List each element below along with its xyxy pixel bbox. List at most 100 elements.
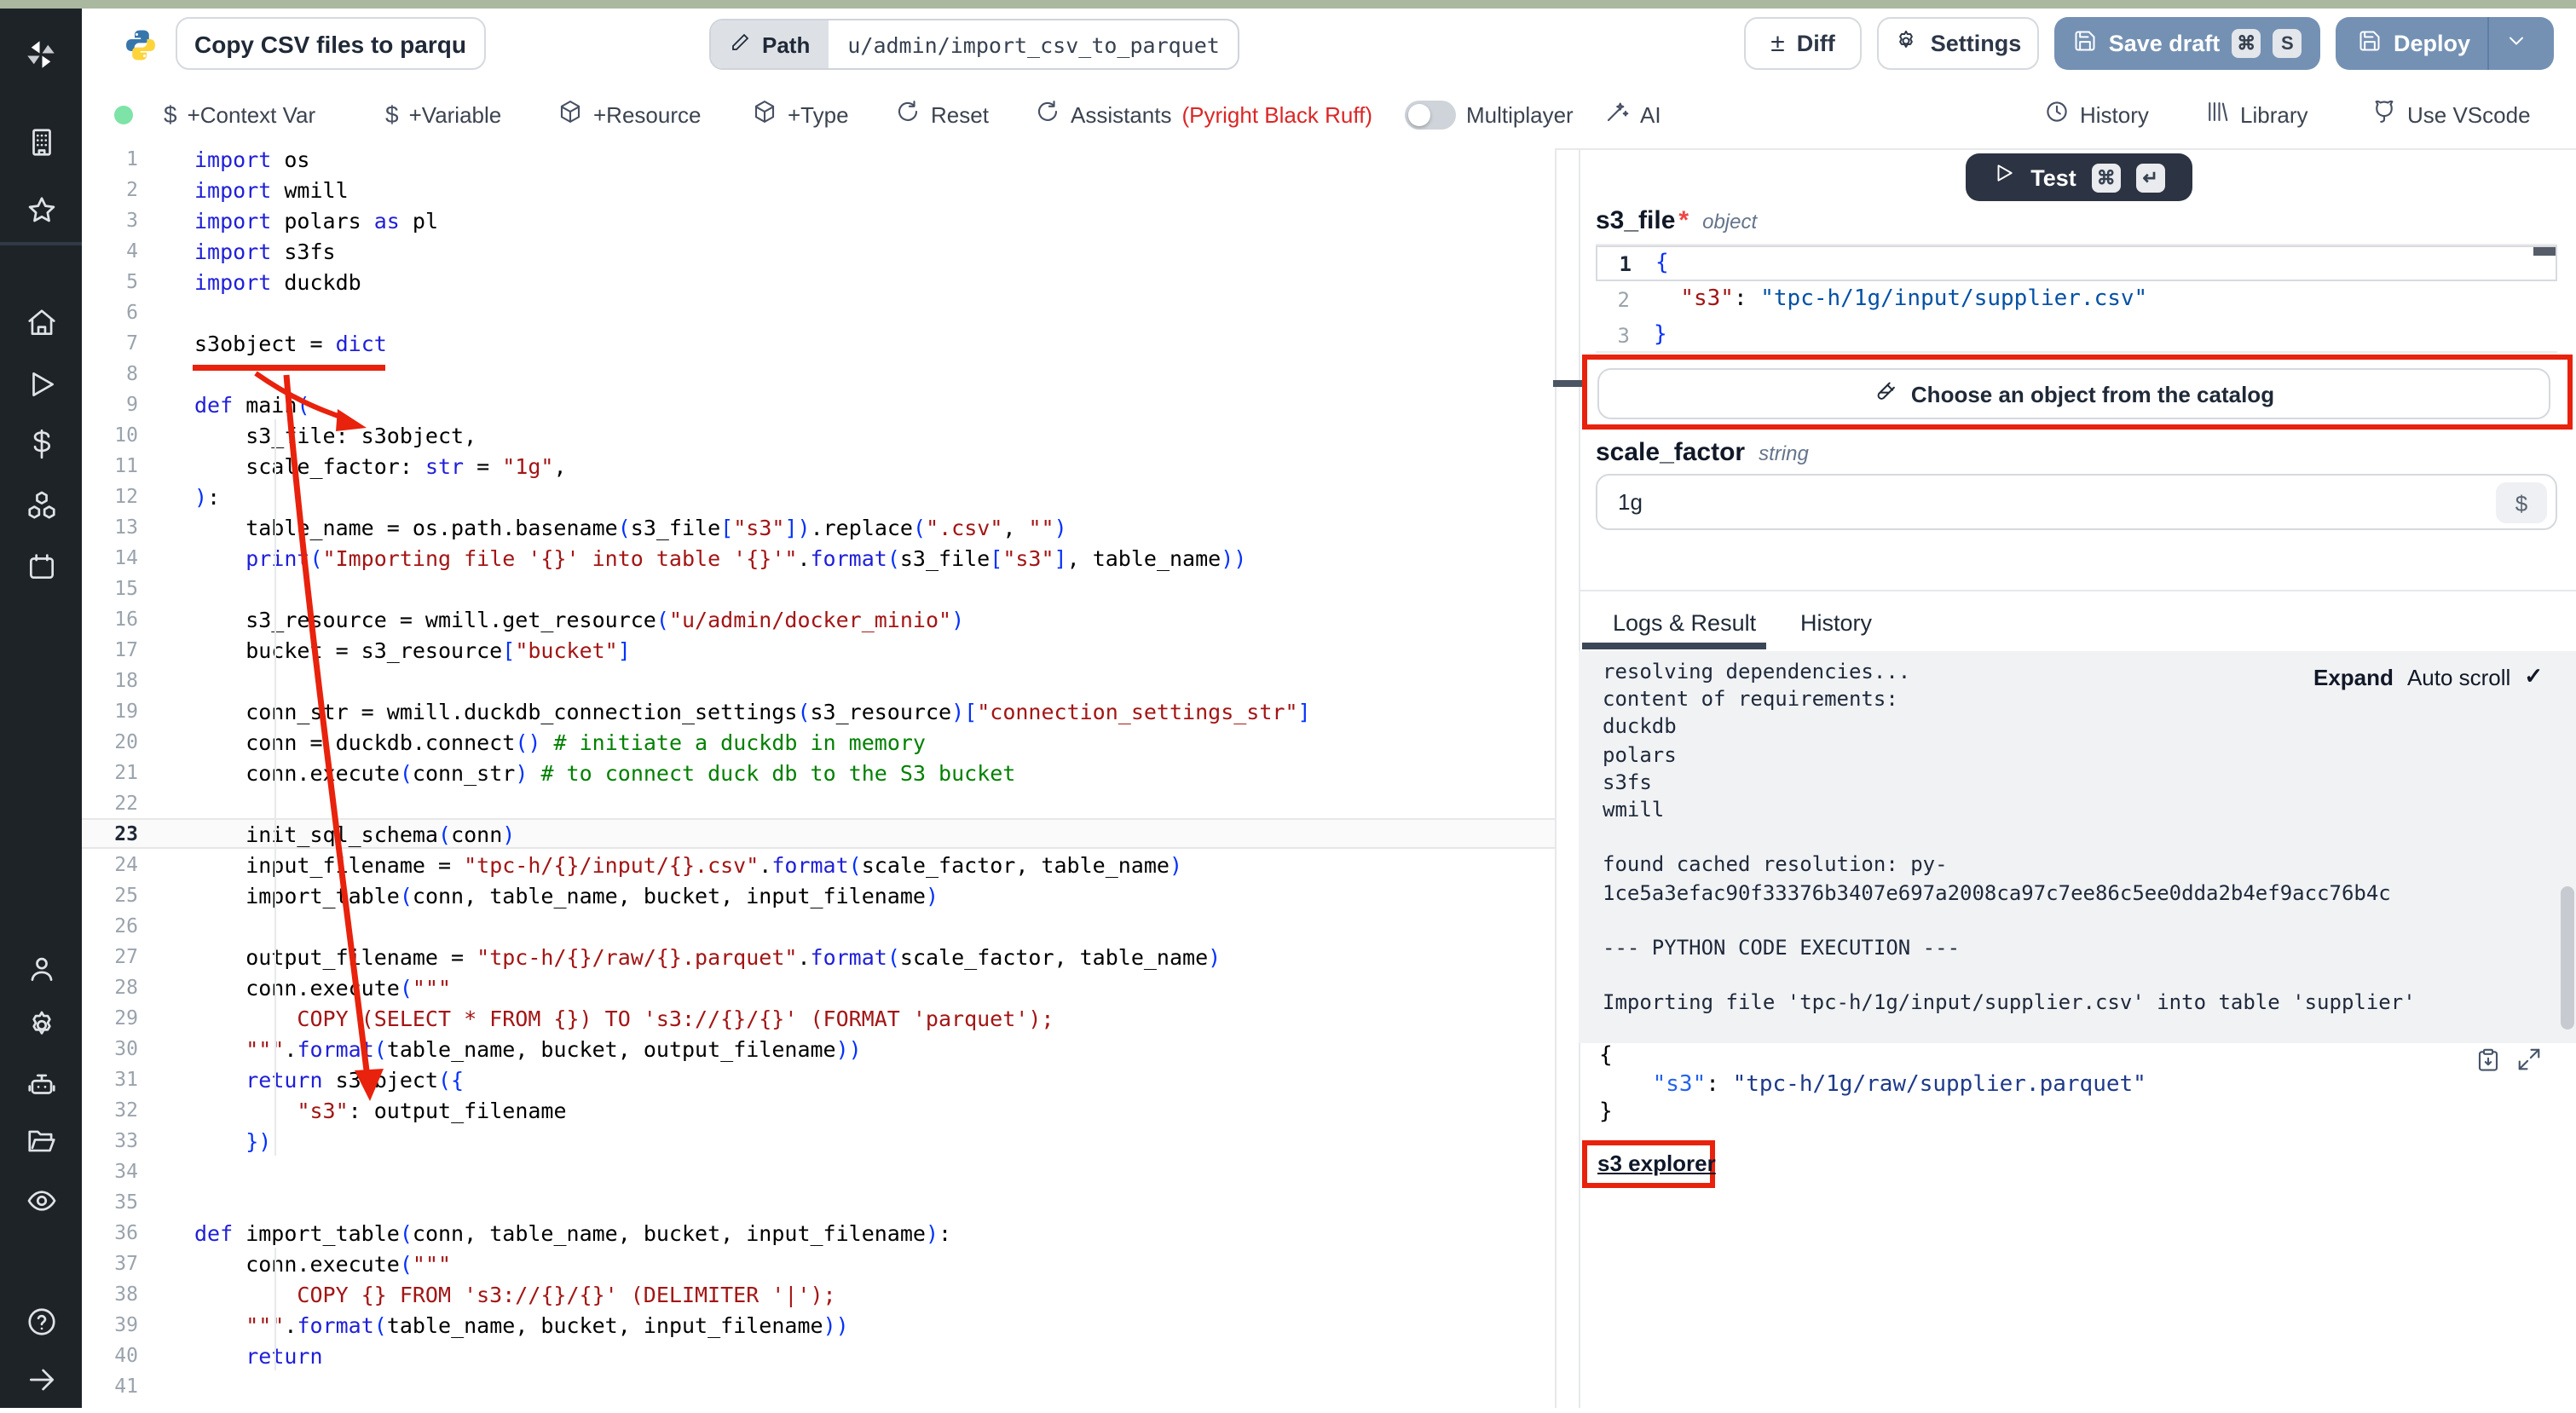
editor-right-border <box>1555 150 1557 1408</box>
check-icon[interactable]: ✓ <box>2524 663 2543 690</box>
history-button[interactable]: History <box>2044 80 2149 148</box>
library-button[interactable]: Library <box>2204 80 2308 148</box>
deploy-dropdown[interactable] <box>2489 29 2544 58</box>
expand-icon[interactable] <box>2516 1047 2542 1081</box>
variable-picker-button[interactable]: $ <box>2496 482 2547 523</box>
folder-open-icon <box>25 1125 57 1166</box>
code-line: 2import wmill <box>82 174 1555 205</box>
sidebar-item-folders[interactable] <box>0 1116 82 1174</box>
code-line: 1import os <box>82 143 1555 174</box>
sidebar-item-account[interactable] <box>0 944 82 1002</box>
s3-explorer-link[interactable]: s3 explorer <box>1597 1151 1716 1176</box>
top-header: Path u/admin/import_csv_to_parquet ± Dif… <box>82 9 2576 80</box>
panel-scrollbar[interactable] <box>2561 886 2574 1029</box>
dollar-icon: $ <box>385 101 399 128</box>
refresh-icon <box>895 99 921 130</box>
arg-scale-factor-label: scale_factor string <box>1596 438 1809 467</box>
vscode-cat-icon <box>2371 99 2397 130</box>
code-line: 15 <box>82 573 1555 603</box>
sidebar-item-collapse[interactable] <box>0 1355 82 1413</box>
sidebar-item-schedules[interactable] <box>0 542 82 600</box>
sidebar-item-favorites[interactable] <box>0 186 82 244</box>
sidebar-item-settings[interactable] <box>0 1001 82 1058</box>
expand-button[interactable]: Expand <box>2313 664 2394 689</box>
copy-icon[interactable] <box>2475 1047 2501 1081</box>
deploy-main[interactable]: Deploy <box>2336 29 2470 58</box>
choose-object-button[interactable]: Choose an object from the catalog <box>1597 368 2550 419</box>
wand-icon <box>1604 99 1630 130</box>
enter-key-badge: ↵ <box>2136 163 2165 192</box>
windmill-logo[interactable] <box>0 17 82 92</box>
calendar-icon <box>25 551 57 591</box>
code-line: 4import s3fs <box>82 235 1555 266</box>
add-type-button[interactable]: +Type <box>752 80 849 148</box>
diff-button[interactable]: ± Diff <box>1744 17 1862 70</box>
arrow-right-icon <box>25 1364 57 1404</box>
save-icon <box>2073 29 2097 58</box>
reset-button[interactable]: Reset <box>895 80 989 148</box>
code-line: 32 "s3": output_filename <box>82 1094 1555 1125</box>
code-line: 41 <box>82 1370 1555 1401</box>
assistants-button[interactable]: Assistants (Pyright Black Ruff) <box>1035 80 1372 148</box>
path-button[interactable]: Path u/admin/import_csv_to_parquet <box>709 19 1240 70</box>
code-line: 5import duckdb <box>82 266 1555 297</box>
code-line: 10 s3_file: s3object, <box>82 419 1555 450</box>
pencil-icon <box>730 32 750 57</box>
panel-resize-handle[interactable] <box>1553 380 1582 387</box>
tab-logs-result[interactable]: Logs & Result <box>1613 600 1756 644</box>
sidebar-item-help[interactable] <box>0 1297 82 1355</box>
scale-factor-input[interactable] <box>1596 474 2557 530</box>
path-value: u/admin/import_csv_to_parquet <box>829 20 1239 68</box>
add-variable-button[interactable]: $ +Variable <box>385 80 501 148</box>
code-line: 21 conn.execute(conn_str) # to connect d… <box>82 757 1555 787</box>
plus-minus-icon: ± <box>1770 29 1784 58</box>
log-lines: resolving dependencies...content of requ… <box>1603 658 2416 1017</box>
code-line: 36def import_table(conn, table_name, buc… <box>82 1217 1555 1248</box>
sidebar-item-workers[interactable] <box>0 1060 82 1118</box>
test-button[interactable]: Test ⌘ ↵ <box>1966 153 2192 201</box>
home-icon <box>25 307 57 348</box>
code-line: 25 import_table(conn, table_name, bucket… <box>82 880 1555 910</box>
code-line: 28 conn.execute(""" <box>82 972 1555 1002</box>
json-editor-line: 1{ <box>1596 245 2557 281</box>
code-line: 37 conn.execute(""" <box>82 1248 1555 1278</box>
add-context-var-button[interactable]: $ +Context Var <box>164 80 315 148</box>
code-line: 24 input_filename = "tpc-h/{}/input/{}.c… <box>82 849 1555 880</box>
panel-divider <box>1579 590 2576 591</box>
tab-history[interactable]: History <box>1800 600 1872 644</box>
sidebar-item-resources[interactable] <box>0 481 82 539</box>
save-draft-button[interactable]: Save draft ⌘ S <box>2054 17 2320 70</box>
save-icon <box>2358 29 2382 58</box>
script-title-input[interactable] <box>176 17 486 70</box>
gear-icon <box>1895 29 1919 58</box>
multiplayer-toggle[interactable]: Multiplayer <box>1405 80 1574 148</box>
ai-button[interactable]: AI <box>1604 80 1661 148</box>
code-line: 3import polars as pl <box>82 205 1555 235</box>
code-line: 11 scale_factor: str = "1g", <box>82 450 1555 481</box>
sidebar-item-variables[interactable] <box>0 419 82 477</box>
sidebar-item-audit-logs[interactable] <box>0 1176 82 1234</box>
toggle-switch[interactable] <box>1405 100 1456 129</box>
code-line: 35 <box>82 1186 1555 1217</box>
sidebar-item-runs[interactable] <box>0 360 82 418</box>
s3-file-json-editor[interactable]: 1{2 "s3": "tpc-h/1g/input/supplier.csv"3… <box>1596 244 2557 353</box>
use-vscode-button[interactable]: Use VScode <box>2371 80 2531 148</box>
autoscroll-label[interactable]: Auto scroll <box>2407 664 2510 689</box>
sidebar-item-workspace[interactable] <box>0 118 82 176</box>
add-resource-button[interactable]: +Resource <box>557 80 701 148</box>
sidebar-item-home[interactable] <box>0 298 82 356</box>
code-lines: 1import os2import wmill3import polars as… <box>82 143 1555 1408</box>
json-editor-line: 3} <box>1596 317 2557 353</box>
code-line: 16 s3_resource = wmill.get_resource("u/a… <box>82 603 1555 634</box>
code-line: 9def main( <box>82 389 1555 419</box>
settings-button[interactable]: Settings <box>1877 17 2039 70</box>
code-line: 27 output_filename = "tpc-h/{}/raw/{}.pa… <box>82 941 1555 972</box>
indent-guide <box>274 419 276 1156</box>
code-line: 33 }) <box>82 1125 1555 1156</box>
code-line: 20 conn = duckdb.connect() # initiate a … <box>82 726 1555 757</box>
deploy-button[interactable]: Deploy <box>2336 17 2554 70</box>
indent-guide <box>274 1248 276 1370</box>
json-editor-scrollbar[interactable] <box>2533 247 2556 256</box>
python-icon <box>123 27 159 63</box>
code-editor[interactable]: 1import os2import wmill3import polars as… <box>82 143 1555 1408</box>
